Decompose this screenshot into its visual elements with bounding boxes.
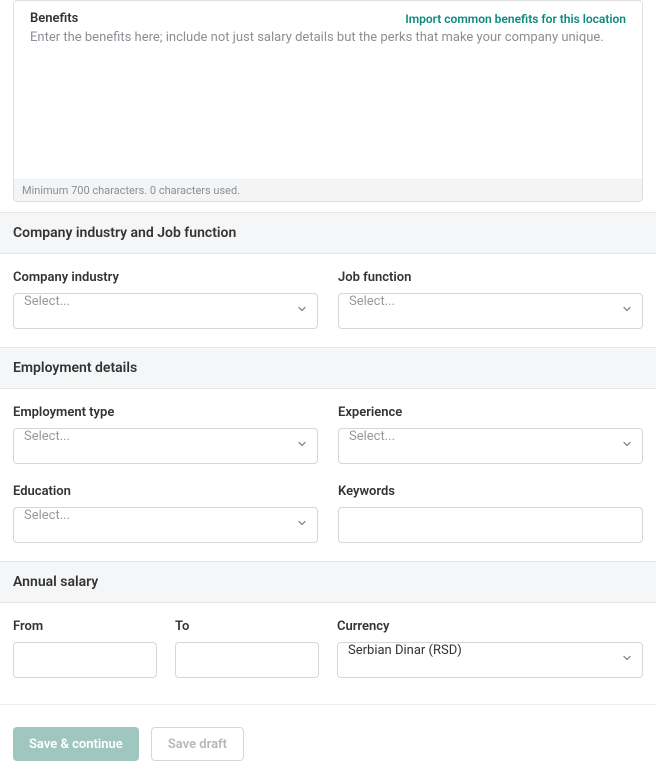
employment-type-group: Employment type Select... <box>13 405 318 464</box>
import-benefits-link[interactable]: Import common benefits for this location <box>405 12 626 26</box>
section-header-industry: Company industry and Job function <box>0 212 656 254</box>
benefits-title: Benefits <box>30 11 78 26</box>
benefits-section: Benefits Import common benefits for this… <box>13 0 643 202</box>
salary-to-label: To <box>175 619 319 634</box>
keywords-group: Keywords <box>338 484 643 543</box>
section-body-salary: From To Currency Serbian Dinar (RSD) <box>0 603 656 704</box>
salary-currency-select[interactable]: Serbian Dinar (RSD) <box>337 642 643 678</box>
section-body-industry: Company industry Select... Job function … <box>0 254 656 347</box>
salary-currency-label: Currency <box>337 619 643 634</box>
section-body-employment: Employment type Select... Experience Sel… <box>0 389 656 561</box>
company-industry-select[interactable]: Select... <box>13 293 318 329</box>
benefits-textarea[interactable] <box>14 30 642 175</box>
section-header-salary: Annual salary <box>0 561 656 603</box>
benefits-header: Benefits Import common benefits for this… <box>14 1 642 30</box>
job-function-label: Job function <box>338 270 643 285</box>
salary-from-input[interactable] <box>13 642 157 678</box>
company-industry-label: Company industry <box>13 270 318 285</box>
job-function-group: Job function Select... <box>338 270 643 329</box>
employment-type-label: Employment type <box>13 405 318 420</box>
company-industry-group: Company industry Select... <box>13 270 318 329</box>
experience-group: Experience Select... <box>338 405 643 464</box>
button-row: Save & continue Save draft <box>0 705 656 783</box>
salary-to-group: To <box>175 619 319 678</box>
save-continue-button[interactable]: Save & continue <box>13 727 139 761</box>
keywords-label: Keywords <box>338 484 643 499</box>
job-function-select[interactable]: Select... <box>338 293 643 329</box>
education-select[interactable]: Select... <box>13 507 318 543</box>
benefits-char-counter: Minimum 700 characters. 0 characters use… <box>14 179 642 201</box>
salary-from-group: From <box>13 619 157 678</box>
keywords-input[interactable] <box>338 507 643 543</box>
education-label: Education <box>13 484 318 499</box>
save-draft-button[interactable]: Save draft <box>151 727 244 761</box>
experience-select[interactable]: Select... <box>338 428 643 464</box>
education-group: Education Select... <box>13 484 318 543</box>
salary-to-input[interactable] <box>175 642 319 678</box>
section-header-employment: Employment details <box>0 347 656 389</box>
salary-currency-group: Currency Serbian Dinar (RSD) <box>337 619 643 678</box>
salary-from-label: From <box>13 619 157 634</box>
experience-label: Experience <box>338 405 643 420</box>
employment-type-select[interactable]: Select... <box>13 428 318 464</box>
